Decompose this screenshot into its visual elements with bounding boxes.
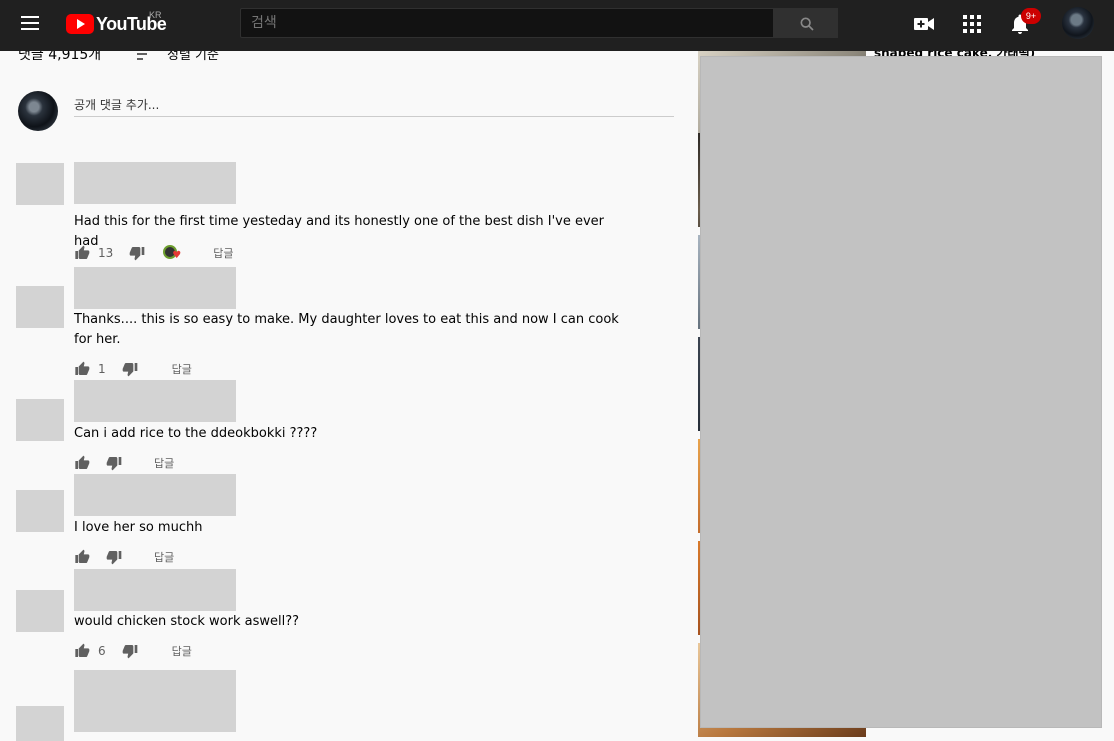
comment-actions: 답글 bbox=[74, 453, 174, 473]
creator-heart: ♥ bbox=[163, 243, 185, 263]
commenter-avatar[interactable] bbox=[16, 286, 64, 328]
search-button[interactable] bbox=[774, 8, 838, 38]
youtube-logo[interactable]: YouTube KR bbox=[66, 10, 167, 36]
commenter-name[interactable] bbox=[74, 380, 236, 422]
thumbs-down-icon[interactable] bbox=[129, 245, 145, 261]
comment-text: Thanks.... this is so easy to make. My d… bbox=[74, 312, 619, 347]
like-count: 13 bbox=[98, 246, 114, 260]
search-icon bbox=[800, 17, 814, 31]
reply-button[interactable]: 답글 bbox=[213, 245, 233, 261]
commenter-avatar[interactable] bbox=[16, 706, 64, 741]
commenter-avatar[interactable] bbox=[16, 163, 64, 205]
thumbs-down-icon[interactable] bbox=[106, 455, 122, 471]
account-avatar[interactable] bbox=[1062, 7, 1094, 39]
thumbs-up-icon[interactable] bbox=[74, 245, 90, 261]
thumbs-up-icon[interactable] bbox=[74, 549, 90, 565]
reply-button[interactable]: 답글 bbox=[154, 549, 174, 565]
add-comment-input[interactable] bbox=[74, 93, 674, 117]
thumbs-up-icon[interactable] bbox=[74, 361, 90, 377]
play-logo-icon bbox=[66, 14, 94, 34]
commenter-avatar[interactable] bbox=[16, 590, 64, 632]
search-input[interactable] bbox=[240, 8, 774, 38]
reply-button[interactable]: 답글 bbox=[172, 643, 192, 659]
comment-text: I love her so muchh bbox=[74, 520, 203, 535]
thumbs-down-icon[interactable] bbox=[106, 549, 122, 565]
comment-actions: 1 답글 bbox=[74, 359, 192, 379]
commenter-name[interactable] bbox=[74, 569, 236, 611]
commenter-name[interactable] bbox=[74, 267, 236, 309]
thumbs-down-icon[interactable] bbox=[122, 643, 138, 659]
like-count: 1 bbox=[98, 362, 106, 376]
thumbs-down-icon[interactable] bbox=[122, 361, 138, 377]
heart-icon: ♥ bbox=[172, 250, 182, 261]
thumbs-up-icon[interactable] bbox=[74, 643, 90, 659]
comment-actions: 6 답글 bbox=[74, 641, 192, 661]
apps-grid-icon[interactable] bbox=[960, 12, 984, 36]
commenter-name[interactable] bbox=[74, 670, 236, 732]
comment-actions: 13 ♥ 답글 bbox=[74, 243, 234, 263]
thumbs-up-icon[interactable] bbox=[74, 455, 90, 471]
create-video-icon[interactable] bbox=[912, 12, 936, 36]
commenter-avatar[interactable] bbox=[16, 399, 64, 441]
region-code: KR bbox=[149, 10, 162, 20]
menu-icon[interactable] bbox=[16, 12, 44, 36]
commenter-name[interactable] bbox=[74, 474, 236, 516]
notification-badge: 9+ bbox=[1021, 8, 1041, 24]
commenter-avatar[interactable] bbox=[16, 490, 64, 532]
comment-text: would chicken stock work aswell?? bbox=[74, 614, 300, 629]
top-bar: YouTube KR 9+ bbox=[0, 0, 1114, 51]
reply-button[interactable]: 답글 bbox=[154, 455, 174, 471]
comment-text: Can i add rice to the ddeokbokki ???? bbox=[74, 426, 318, 441]
current-user-avatar bbox=[18, 91, 58, 131]
commenter-name[interactable] bbox=[74, 162, 236, 204]
reply-button[interactable]: 답글 bbox=[172, 361, 192, 377]
comment-actions: 답글 bbox=[74, 547, 174, 567]
overlay-panel bbox=[700, 56, 1102, 728]
like-count: 6 bbox=[98, 644, 106, 658]
